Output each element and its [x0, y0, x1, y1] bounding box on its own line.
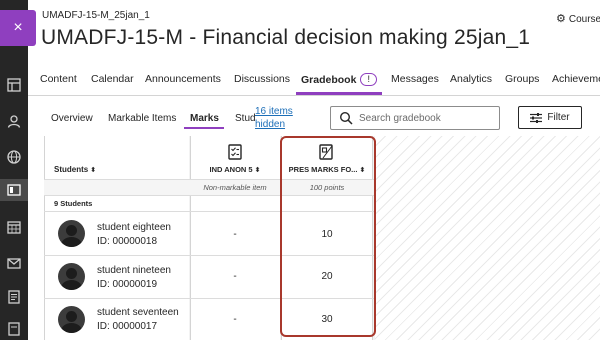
subtab-students[interactable]: Students — [235, 113, 255, 124]
empty-grid-area — [375, 136, 600, 340]
sort-icon: ⬍ — [90, 167, 97, 174]
course-code: UMADFJ-15-M_25jan_1 — [42, 10, 150, 21]
grades-icon[interactable] — [7, 290, 21, 304]
grid-divider — [44, 179, 374, 180]
grade-cell[interactable]: - — [190, 229, 280, 240]
globe-icon[interactable] — [7, 150, 21, 164]
filter-button[interactable]: Filter — [518, 106, 582, 129]
column-2-title: PRES MARKS FO... — [288, 165, 358, 174]
grid-divider — [44, 298, 374, 299]
grade-cell[interactable]: - — [190, 271, 280, 282]
students-header[interactable]: Students ⬍ — [54, 165, 96, 174]
grade-cell[interactable]: 20 — [281, 271, 373, 282]
column-1-header[interactable]: IND ANON 5 ⬍ — [190, 165, 280, 174]
filter-icon — [530, 112, 543, 123]
page-title: UMADFJ-15-M - Financial decision making … — [41, 26, 531, 49]
column-2-subtitle: 100 points — [309, 183, 345, 192]
search-icon — [339, 111, 353, 125]
avatar — [58, 263, 85, 290]
calendar-icon[interactable] — [7, 220, 21, 234]
grid-divider — [44, 195, 374, 196]
left-nav-rail — [0, 0, 28, 340]
course-tabs: Content Calendar Announcements Discussio… — [28, 64, 600, 96]
grade-cell[interactable]: - — [190, 314, 280, 325]
course-link-label: Course — [568, 14, 600, 25]
grid-divider — [44, 211, 374, 212]
student-id: ID: 00000018 — [97, 236, 158, 247]
course-settings-link[interactable]: ⚙ Course — [556, 12, 600, 25]
grade-cell[interactable]: 30 — [281, 314, 373, 325]
messages-icon[interactable] — [7, 256, 21, 270]
tab-gradebook[interactable]: Gradebook! — [301, 73, 377, 86]
tab-announcements[interactable]: Announcements — [145, 73, 221, 85]
avatar — [58, 306, 85, 333]
subtab-marks[interactable]: Marks — [190, 113, 219, 124]
tab-messages[interactable]: Messages — [391, 73, 439, 85]
column-1-title: IND ANON 5 — [209, 165, 253, 174]
filter-label: Filter — [547, 112, 570, 123]
avatar — [58, 220, 85, 247]
gradebook-search[interactable] — [330, 106, 500, 130]
grade-cell[interactable]: 10 — [281, 229, 373, 240]
active-subtab-indicator — [184, 127, 224, 129]
student-id: ID: 00000019 — [97, 279, 158, 290]
profile-icon[interactable] — [7, 114, 21, 128]
column-2-header[interactable]: PRES MARKS FO... ⬍ — [281, 165, 373, 174]
subtab-markable-items[interactable]: Markable Items — [108, 113, 176, 124]
subtab-overview[interactable]: Overview — [51, 113, 93, 124]
tools-icon[interactable] — [7, 322, 21, 336]
close-course-button[interactable]: × — [0, 10, 36, 46]
gear-icon: ⚙ — [556, 13, 566, 25]
student-name[interactable]: student eighteen — [97, 222, 171, 233]
student-id: ID: 00000017 — [97, 321, 158, 332]
student-name[interactable]: student seventeen — [97, 307, 179, 318]
tab-discussions[interactable]: Discussions — [234, 73, 290, 85]
tab-groups[interactable]: Groups — [505, 73, 539, 85]
sort-icon: ⬍ — [254, 167, 261, 174]
column-1-subtitle: Non-markable item — [203, 183, 267, 192]
students-header-label: Students — [54, 165, 89, 174]
gradebook-alert-badge: ! — [360, 73, 377, 86]
hidden-items-link[interactable]: 16 items hidden — [255, 105, 300, 131]
tab-content[interactable]: Content — [40, 73, 77, 85]
close-icon: × — [13, 19, 23, 36]
assignment-icon — [228, 144, 242, 160]
marks-override-icon — [319, 144, 333, 160]
sort-icon: ⬍ — [359, 167, 366, 174]
grid-divider — [44, 255, 374, 256]
tab-gradebook-label: Gradebook — [301, 74, 357, 86]
tab-analytics[interactable]: Analytics — [450, 73, 492, 85]
courses-icon[interactable] — [0, 179, 28, 201]
student-count: 9 Students — [54, 199, 93, 208]
active-tab-indicator — [296, 92, 382, 95]
student-name[interactable]: student nineteen — [97, 265, 171, 276]
tab-achievements[interactable]: Achievements — [552, 73, 600, 85]
panel-icon[interactable] — [7, 78, 21, 92]
search-input[interactable] — [359, 110, 494, 126]
tab-calendar[interactable]: Calendar — [91, 73, 134, 85]
